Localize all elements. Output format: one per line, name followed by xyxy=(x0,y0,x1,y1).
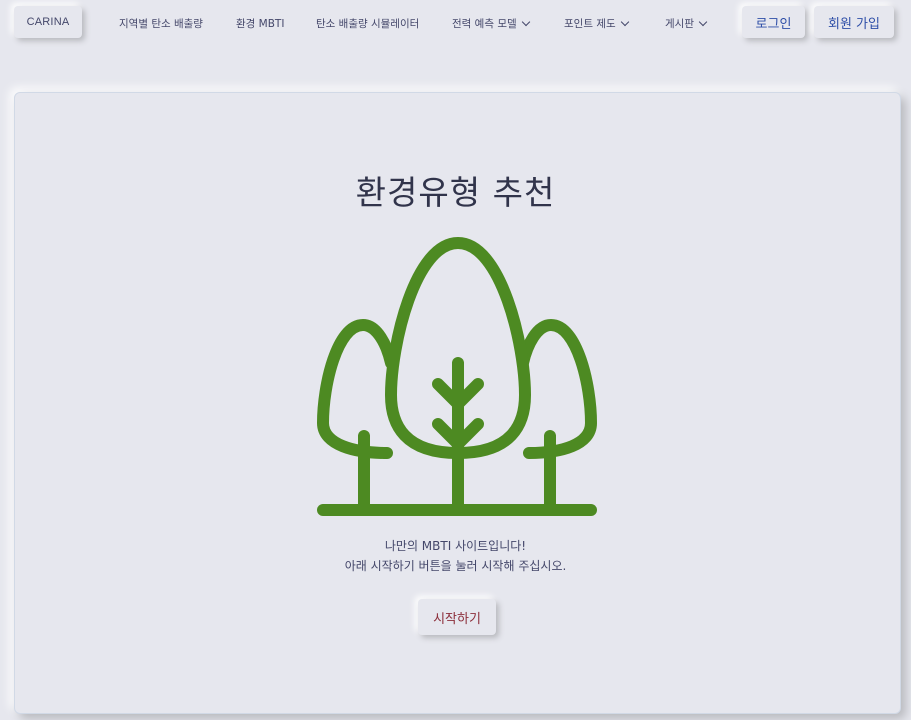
nav-dropdown-power-forecast[interactable]: 전력 예측 모델 xyxy=(452,14,530,32)
start-button[interactable]: 시작하기 xyxy=(418,599,496,635)
brand-button[interactable]: CARINA xyxy=(14,6,82,38)
nav-link-label: 탄소 배출량 시뮬레이터 xyxy=(316,17,420,30)
nav-link-regional-emissions[interactable]: 지역별 탄소 배출량 xyxy=(119,14,203,32)
nav-link-env-mbti[interactable]: 환경 MBTI xyxy=(236,14,284,32)
nav-link-label: 게시판 xyxy=(665,17,694,30)
nav-link-label: 환경 MBTI xyxy=(236,17,285,30)
chevron-down-icon xyxy=(620,17,629,26)
page-title: 환경유형 추천 xyxy=(355,173,556,212)
nav-link-emission-simulator[interactable]: 탄소 배출량 시뮬레이터 xyxy=(316,14,419,32)
navbar: CARINA 지역별 탄소 배출량 환경 MBTI 탄소 배출량 시뮬레이터 전… xyxy=(0,0,911,46)
signup-button[interactable]: 회원 가입 xyxy=(814,6,894,38)
nav-link-label: 포인트 제도 xyxy=(564,17,616,30)
trees-icon xyxy=(317,237,597,516)
nav-link-label: 전력 예측 모델 xyxy=(452,17,517,30)
nav-dropdown-board[interactable]: 게시판 xyxy=(665,14,708,32)
nav-dropdown-points[interactable]: 포인트 제도 xyxy=(564,14,629,32)
login-button[interactable]: 로그인 xyxy=(742,6,805,38)
intro-text-line-1: 나만의 MBTI 사이트입니다! xyxy=(384,539,527,553)
chevron-down-icon xyxy=(521,17,530,26)
nav-link-label: 지역별 탄소 배출량 xyxy=(119,17,203,30)
intro-text-line-2: 아래 시작하기 버튼을 눌러 시작해 주십시오. xyxy=(344,559,567,573)
chevron-down-icon xyxy=(698,17,708,26)
